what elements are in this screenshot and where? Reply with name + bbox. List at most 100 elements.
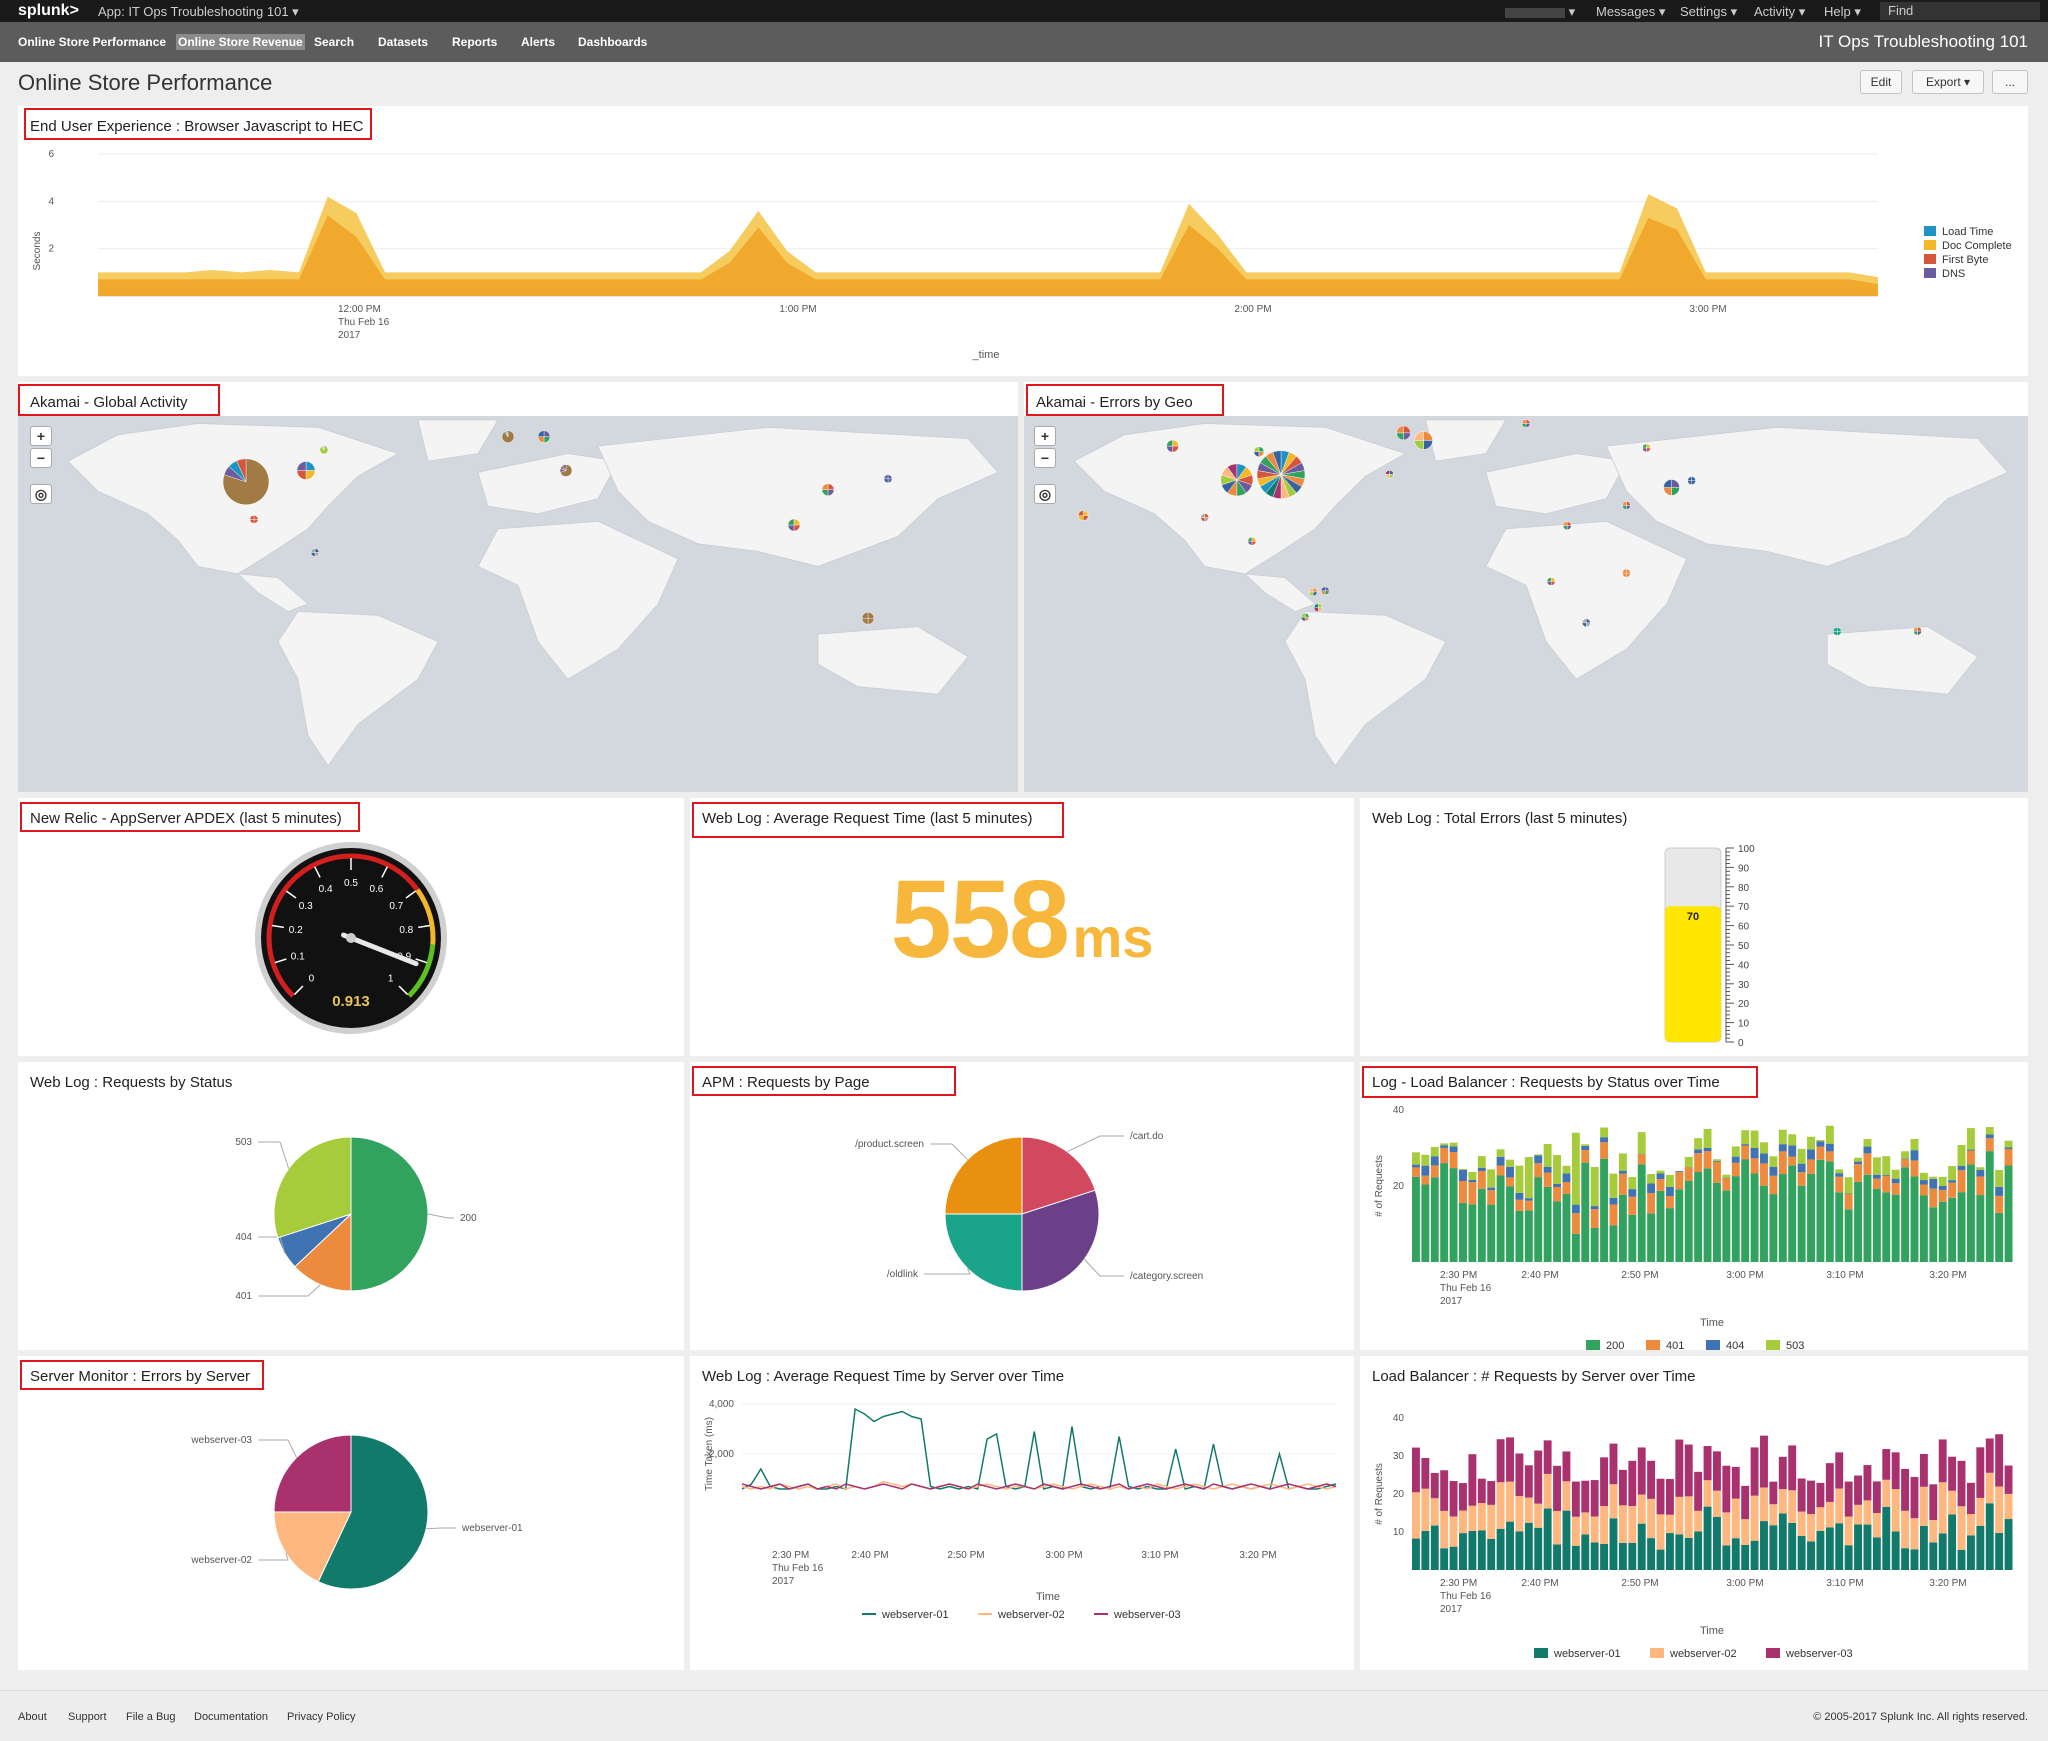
nav-alerts[interactable]: Alerts	[521, 35, 555, 49]
map-pie-slice	[867, 618, 875, 625]
pie-leader-line	[258, 1439, 298, 1458]
export-button[interactable]: Export ▾	[1912, 70, 1984, 94]
map-pie-slice	[1325, 590, 1330, 596]
nav-online-store-revenue[interactable]: Online Store Revenue	[176, 34, 305, 50]
bar-segment	[1600, 1127, 1609, 1138]
activity-menu[interactable]: Activity ▾	[1754, 4, 1805, 20]
zoom-out-button[interactable]: −	[30, 448, 52, 468]
map-pie-slice	[1837, 627, 1842, 632]
nav-search[interactable]: Search	[314, 35, 354, 49]
pie-leader-line	[258, 1284, 321, 1297]
pie-leader-line	[426, 1527, 456, 1530]
find-input[interactable]: Find	[1880, 2, 2040, 20]
bar-segment	[1468, 1204, 1477, 1262]
legend-swatch	[1586, 1340, 1600, 1350]
map-pie-slice	[1626, 501, 1631, 506]
bar-segment	[1459, 1169, 1467, 1182]
bar-segment	[1872, 1178, 1881, 1189]
gauge-tick-label: 50	[1738, 941, 1750, 952]
locate-icon[interactable]: ◎	[30, 484, 52, 504]
bar-segment	[1966, 1164, 1975, 1262]
app-menu[interactable]: App: IT Ops Troubleshooting 101 ▾	[98, 4, 299, 20]
help-menu[interactable]: Help ▾	[1824, 4, 1861, 20]
footer-support-link[interactable]: Support	[68, 1711, 107, 1723]
bar-segment	[1694, 1531, 1703, 1570]
bar-segment	[1562, 1182, 1571, 1194]
splunk-logo[interactable]: splunk>	[18, 2, 79, 20]
footer-file-bug-link[interactable]: File a Bug	[126, 1711, 176, 1723]
bar-segment	[1863, 1146, 1872, 1154]
bars	[1412, 1434, 2013, 1570]
bar-segment	[1769, 1166, 1778, 1176]
bar-segment	[1807, 1514, 1815, 1542]
land-mass	[1284, 611, 1447, 767]
map-pie-slice	[537, 430, 545, 437]
bar-segment	[1647, 1498, 1656, 1539]
legend-swatch	[1766, 1648, 1780, 1658]
zoom-in-button[interactable]: +	[30, 426, 52, 446]
nav-reports[interactable]: Reports	[452, 35, 497, 49]
bar-segment	[1524, 1200, 1533, 1211]
bar-segment	[1919, 1195, 1928, 1262]
nav-datasets[interactable]: Datasets	[378, 35, 428, 49]
bar-segment	[1703, 1446, 1712, 1481]
map-pie-slice	[543, 430, 551, 437]
map-pie-marker	[1562, 521, 1572, 530]
locate-icon[interactable]: ◎	[1034, 484, 1056, 504]
nav-dashboards[interactable]: Dashboards	[578, 35, 647, 49]
bar-segment	[1919, 1453, 1928, 1487]
bar-segment	[1600, 1158, 1609, 1262]
bar-segment	[1797, 1148, 1806, 1164]
bar-segment	[1477, 1170, 1486, 1189]
footer-about-link[interactable]: About	[18, 1711, 47, 1723]
bar-segment	[1609, 1484, 1618, 1519]
map-pie-marker	[787, 518, 801, 532]
edit-button[interactable]: Edit	[1860, 70, 1902, 94]
page-pie-chart: /cart.do/category.screen/oldlink/product…	[855, 1131, 1203, 1292]
bar-segment	[1985, 1151, 1994, 1262]
world-map[interactable]: + − ◎	[1024, 416, 2028, 792]
bar-segment	[1412, 1538, 1420, 1570]
bar-segment	[1844, 1209, 1853, 1262]
avg-request-unit: ms	[1072, 906, 1154, 969]
bar-segment	[1637, 1523, 1646, 1570]
more-actions-button[interactable]: ...	[1992, 70, 2028, 94]
bar-segment	[1440, 1147, 1449, 1164]
map-pie-slice	[1385, 470, 1390, 475]
zoom-out-button[interactable]: −	[1034, 448, 1056, 468]
bar-segment	[1703, 1506, 1712, 1570]
user-menu[interactable]: ▾	[1505, 4, 1575, 20]
bar-segment	[1543, 1473, 1552, 1509]
zoom-in-button[interactable]: +	[1034, 426, 1056, 446]
bar-segment	[1675, 1172, 1684, 1190]
bar-segment	[1581, 1162, 1590, 1262]
map-pie-slice	[1308, 591, 1314, 597]
messages-menu[interactable]: Messages ▾	[1596, 4, 1665, 20]
avg-request-line-chart: 2,0004,000Time Taken (ms)2:30 PM Thu Feb …	[704, 1399, 1337, 1621]
x-tick-label: 3:00 PM	[1045, 1550, 1082, 1561]
bar-segment	[1985, 1134, 1994, 1139]
bar-segment	[1506, 1481, 1514, 1522]
footer-privacy-link[interactable]: Privacy Policy	[287, 1711, 355, 1723]
map-pie-marker	[1396, 425, 1411, 441]
bar-segment	[1778, 1456, 1787, 1490]
bar-segment	[1506, 1186, 1514, 1262]
gauge-fill	[1665, 906, 1721, 1042]
bar-segment	[1788, 1165, 1797, 1262]
map-pie-slice	[1320, 586, 1326, 592]
bar-segment	[1581, 1480, 1590, 1513]
bar-segment	[1430, 1525, 1439, 1570]
settings-menu[interactable]: Settings ▾	[1680, 4, 1737, 20]
pie-label: webserver-01	[461, 1523, 523, 1534]
world-map[interactable]: + − ◎	[18, 416, 1018, 792]
bar-segment	[1844, 1545, 1853, 1570]
footer-documentation-link[interactable]: Documentation	[194, 1711, 268, 1723]
bar-segment	[1797, 1163, 1806, 1173]
x-axis-label: Time	[1700, 1317, 1724, 1329]
bar-segment	[1760, 1435, 1768, 1488]
nav-online-store-performance[interactable]: Online Store Performance	[18, 35, 166, 49]
bar-segment	[1694, 1153, 1703, 1173]
apdex-value: 0.913	[332, 993, 370, 1010]
bar-segment	[1506, 1166, 1514, 1178]
land-mass	[1073, 423, 1407, 575]
